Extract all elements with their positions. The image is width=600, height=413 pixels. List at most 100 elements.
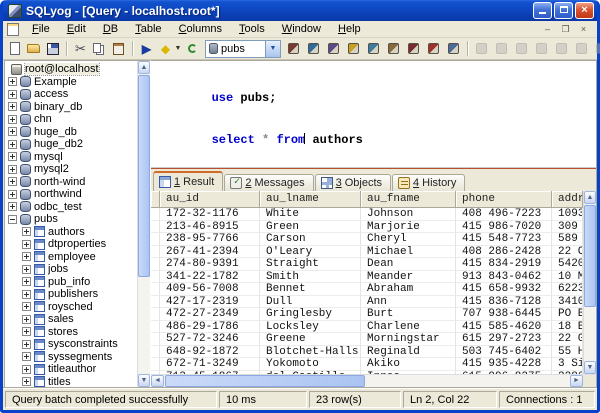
cell-au-fname[interactable]: Michael (361, 246, 456, 259)
tree-item[interactable]: odbc_test (5, 201, 137, 214)
menu-item[interactable]: Help (331, 22, 368, 36)
column-header[interactable]: au_fname (361, 191, 456, 208)
tree-item[interactable]: pubs (5, 213, 137, 226)
cell-au-lname[interactable]: Dull (260, 296, 361, 309)
cell-address[interactable]: 55 Hi (552, 346, 583, 359)
tree-expander-icon[interactable] (22, 290, 31, 299)
copy-icon[interactable] (91, 40, 108, 57)
cell-phone[interactable]: 415 548-7723 (456, 233, 552, 246)
tree-item[interactable]: huge_db (5, 126, 137, 139)
paste-icon[interactable] (110, 40, 127, 57)
cell-au-id[interactable]: 472-27-2349 (160, 308, 260, 321)
cell-au-lname[interactable]: Gringlesby (260, 308, 361, 321)
cell-au-fname[interactable]: Meander (361, 271, 456, 284)
cell-au-lname[interactable]: Straight (260, 258, 361, 271)
table-row[interactable]: 427-17-2319 Dull Ann 415 836-7128 3410 (151, 296, 583, 309)
results-tab[interactable]: 3 Objects (315, 174, 391, 191)
cell-au-id[interactable]: 238-95-7766 (160, 233, 260, 246)
sep[interactable] (132, 41, 133, 56)
menu-item[interactable]: Window (275, 22, 328, 36)
record-selector-cell[interactable] (151, 271, 160, 284)
tree-expander-icon[interactable] (8, 140, 17, 149)
cell-au-lname[interactable]: Green (260, 221, 361, 234)
table-row[interactable]: 409-56-7008 Bennet Abraham 415 658-9932 … (151, 283, 583, 296)
cut-icon[interactable]: ✂ (72, 40, 89, 57)
grid-vscrollbar-thumb[interactable] (584, 205, 596, 307)
cell-au-fname[interactable]: Charlene (361, 321, 456, 334)
column-header[interactable]: addre (552, 191, 583, 208)
scroll-down-icon[interactable]: ▼ (138, 374, 150, 387)
cell-au-fname[interactable]: Ann (361, 296, 456, 309)
cell-au-id[interactable]: 274-80-9391 (160, 258, 260, 271)
cell-au-lname[interactable]: Yokomoto (260, 358, 361, 371)
tree-item[interactable]: mysql2 (5, 163, 137, 176)
scroll-left-icon[interactable]: ◄ (151, 375, 164, 387)
tree-item[interactable]: northwind (5, 188, 137, 201)
table-row[interactable]: 527-72-3246 Greene Morningstar 615 297-2… (151, 333, 583, 346)
tree-expander-icon[interactable] (22, 227, 31, 236)
execute-options-icon[interactable]: ◆ (157, 40, 174, 57)
tree-expander-icon[interactable] (8, 152, 17, 161)
tree-item[interactable]: mysql (5, 151, 137, 164)
results-tab[interactable]: 1 Result (153, 171, 223, 191)
tree-item[interactable]: dtproperties (5, 238, 137, 251)
execute-options-arrow[interactable]: ▼ (174, 40, 182, 57)
record-selector-cell[interactable] (151, 283, 160, 296)
cell-au-fname[interactable]: Reginald (361, 346, 456, 359)
tree-item[interactable]: north-wind (5, 176, 137, 189)
cell-au-lname[interactable]: Greene (260, 333, 361, 346)
table-row[interactable]: 486-29-1786 Locksley Charlene 415 585-46… (151, 321, 583, 334)
cell-address[interactable]: PO Bo (552, 308, 583, 321)
cell-au-id[interactable]: 648-92-1872 (160, 346, 260, 359)
refresh-icon[interactable] (184, 40, 201, 57)
tree-item[interactable]: sysconstraints (5, 338, 137, 351)
cell-au-id[interactable]: 172-32-1176 (160, 208, 260, 221)
record-selector-cell[interactable] (151, 296, 160, 309)
cell-au-fname[interactable]: Abraham (361, 283, 456, 296)
tree-expander-icon[interactable] (22, 365, 31, 374)
column-header[interactable]: phone (456, 191, 552, 208)
cell-address[interactable]: 3 Sil (552, 358, 583, 371)
tree-item[interactable]: titleauthor (5, 363, 137, 376)
new-query-icon[interactable] (6, 40, 23, 57)
tree-expander-icon[interactable] (8, 115, 17, 124)
cell-au-fname[interactable]: Johnson (361, 208, 456, 221)
execute-query-icon[interactable]: ▶ (138, 40, 155, 57)
close-button[interactable]: × (575, 2, 594, 19)
cell-au-id[interactable]: 409-56-7008 (160, 283, 260, 296)
results-tab[interactable]: 2 Messages (224, 174, 313, 191)
cell-phone[interactable]: 415 834-2919 (456, 258, 552, 271)
tree-expander-icon[interactable] (8, 215, 17, 224)
tree-item[interactable]: authors (5, 226, 137, 239)
cell-au-lname[interactable]: O'Leary (260, 246, 361, 259)
record-selector-cell[interactable] (151, 246, 160, 259)
record-selector-cell[interactable] (151, 333, 160, 346)
tree-expander-icon[interactable] (22, 327, 31, 336)
tree-scrollbar[interactable]: ▲ ▼ (137, 61, 150, 387)
tree-expander-icon[interactable] (22, 240, 31, 249)
create-database-icon[interactable] (345, 40, 362, 57)
cell-address[interactable]: 309 6 (552, 221, 583, 234)
sql-editor[interactable]: use pubs; select * from authors (151, 61, 596, 168)
tree-expander-icon[interactable] (8, 127, 17, 136)
tree-item[interactable]: Example (5, 76, 137, 89)
column-header[interactable]: au_id (160, 191, 260, 208)
cell-phone[interactable]: 408 496-7223 (456, 208, 552, 221)
refresh-object-browser-icon[interactable] (305, 40, 322, 57)
tree-expander-icon[interactable] (8, 177, 17, 186)
tree-item[interactable]: binary_db (5, 101, 137, 114)
tree-item[interactable]: roysched (5, 301, 137, 314)
table-row[interactable]: 341-22-1782 Smith Meander 913 843-0462 1… (151, 271, 583, 284)
cell-au-fname[interactable]: Dean (361, 258, 456, 271)
cell-au-fname[interactable]: Burt (361, 308, 456, 321)
cell-address[interactable]: 10932 (552, 208, 583, 221)
cell-au-lname[interactable]: Carson (260, 233, 361, 246)
table-row[interactable]: 648-92-1872 Blotchet-Halls Reginald 503 … (151, 346, 583, 359)
import-data-icon[interactable] (405, 40, 422, 57)
tree-expander-icon[interactable] (8, 77, 17, 86)
table-row[interactable]: 274-80-9391 Straight Dean 415 834-2919 5… (151, 258, 583, 271)
cell-phone[interactable]: 415 935-4228 (456, 358, 552, 371)
cell-phone[interactable]: 415 658-9932 (456, 283, 552, 296)
tree-expander-icon[interactable] (8, 102, 17, 111)
record-selector-cell[interactable] (151, 208, 160, 221)
